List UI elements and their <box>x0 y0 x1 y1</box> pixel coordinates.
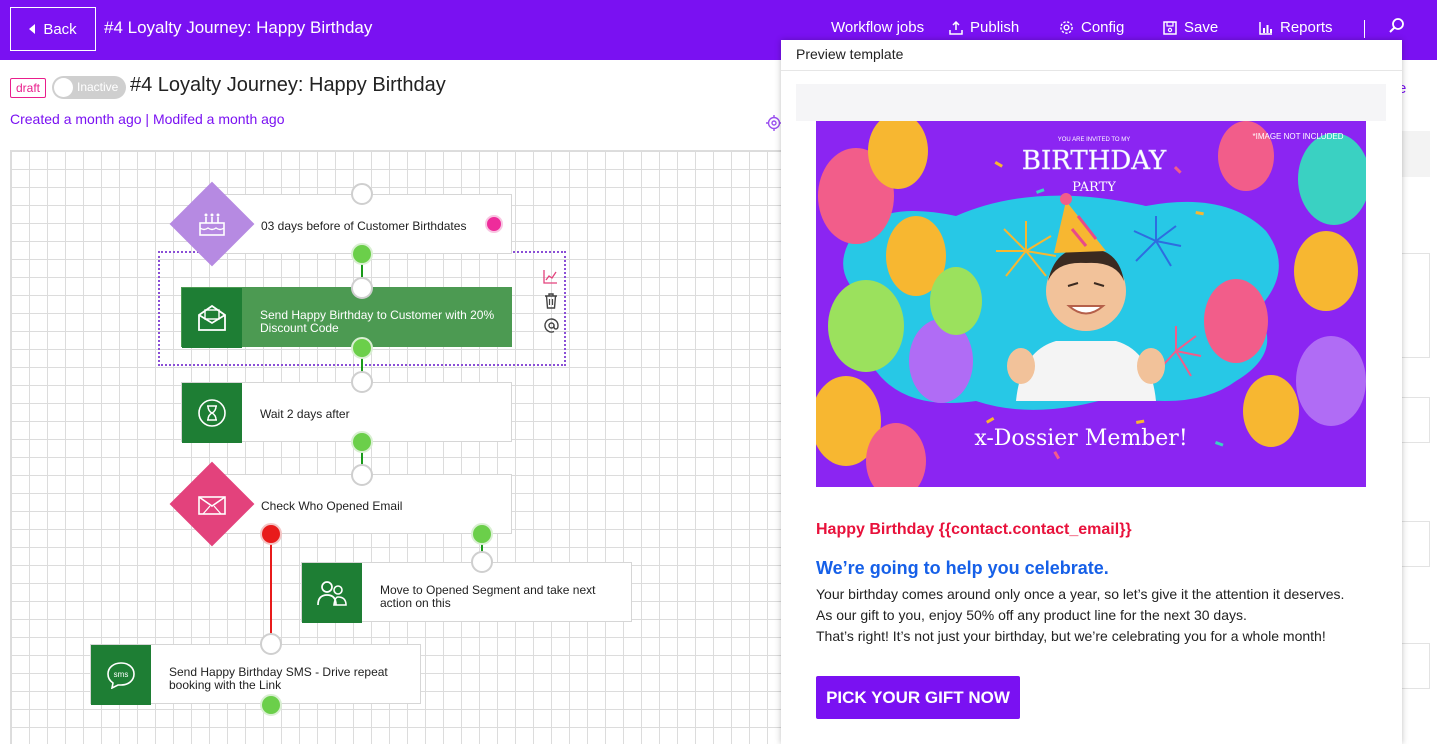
status-badge: draft <box>10 78 47 98</box>
chart-icon <box>543 270 557 284</box>
svg-text:sms: sms <box>114 670 129 679</box>
preview-template-panel: Preview template YOU ARE INVITED TO MY B… <box>781 40 1402 744</box>
sms-icon-box: sms <box>91 645 151 705</box>
condition-label: Check Who Opened Email <box>261 499 403 513</box>
config-button[interactable]: Config <box>1059 19 1124 36</box>
save-label: Save <box>1184 19 1219 36</box>
nav-divider <box>1364 20 1365 38</box>
sms-label: Send Happy Birthday SMS - Drive repeat b… <box>169 665 388 692</box>
trigger-label: 03 days before of Customer Birthdates <box>261 219 467 233</box>
segment-icon-box <box>302 563 362 623</box>
email-greeting: Happy Birthday {{contact.contact_email}} <box>816 521 1132 538</box>
underlay-field <box>1400 643 1430 689</box>
birthday-banner-image: YOU ARE INVITED TO MY BIRTHDAY PARTY *IM… <box>816 121 1366 487</box>
toggle-label: Inactive <box>77 80 119 94</box>
link-no-sms <box>270 534 272 644</box>
crosshair-icon <box>766 115 782 131</box>
workflow-jobs-label: Workflow jobs <box>831 19 925 36</box>
wait-label: Wait 2 days after <box>260 407 350 421</box>
banner-note-text: *IMAGE NOT INCLUDED <box>1253 132 1344 141</box>
trigger-status-dot <box>485 215 503 233</box>
back-label: Back <box>43 20 77 38</box>
email-body-line: That’s right! It’s not just your birthda… <box>816 628 1326 644</box>
wait-node[interactable]: Wait 2 days after <box>181 382 512 443</box>
page-title: #4 Loyalty Journey: Happy Birthday <box>130 74 446 96</box>
segment-input-port[interactable] <box>471 551 493 573</box>
sms-output-port[interactable] <box>260 694 282 716</box>
condition-yes-port[interactable] <box>471 523 493 545</box>
banner-member-text: x-Dossier Member! <box>974 426 1187 451</box>
bar-chart-icon <box>1259 21 1272 35</box>
active-toggle[interactable]: Inactive <box>52 76 126 99</box>
banner-invite-text: YOU ARE INVITED TO MY <box>1058 137 1130 143</box>
modified-link[interactable]: Modifed a month ago <box>153 111 285 127</box>
condition-no-port[interactable] <box>260 523 282 545</box>
config-label: Config <box>1081 19 1125 36</box>
toggle-knob <box>54 78 73 97</box>
envelope-open-icon <box>198 304 226 331</box>
birthday-cake-icon <box>182 194 242 254</box>
gear-icon <box>1060 21 1073 34</box>
stats-tool[interactable] <box>543 269 558 289</box>
timestamps: Created a month ago | Modifed a month ag… <box>10 111 284 127</box>
hourglass-icon <box>198 399 226 427</box>
send-email-label: Send Happy Birthday to Customer with 20%… <box>260 308 495 335</box>
sms-input-port[interactable] <box>260 633 282 655</box>
condition-input-port[interactable] <box>351 464 373 486</box>
meta-separator: | <box>141 111 153 127</box>
underlay-field <box>1400 521 1430 567</box>
underlay-field <box>1400 397 1430 443</box>
underlay-field <box>1400 253 1430 358</box>
envelope-icon <box>182 474 242 534</box>
email-body: Your birthday comes around only once a y… <box>816 584 1344 647</box>
segment-label: Move to Opened Segment and take next act… <box>380 583 596 610</box>
publish-label: Publish <box>970 19 1020 36</box>
send-email-node[interactable]: Send Happy Birthday to Customer with 20%… <box>181 287 512 348</box>
send-email-icon-box <box>182 288 242 348</box>
mention-tool[interactable] <box>544 318 559 338</box>
created-link[interactable]: Created a month ago <box>10 111 142 127</box>
segment-node[interactable]: Move to Opened Segment and take next act… <box>301 562 632 623</box>
workflow-title: #4 Loyalty Journey: Happy Birthday <box>104 18 373 37</box>
email-headline: We’re going to help you celebrate. <box>816 558 1109 578</box>
at-sign-icon <box>544 318 559 333</box>
publish-button[interactable]: Publish <box>949 19 1019 36</box>
pick-gift-button[interactable]: PICK YOUR GIFT NOW <box>816 676 1020 719</box>
email-body-line: Your birthday comes around only once a y… <box>816 586 1345 602</box>
recenter-button[interactable] <box>766 115 782 136</box>
send-email-output-port[interactable] <box>351 337 373 359</box>
sms-bubble-icon: sms <box>107 662 135 689</box>
trigger-input-port[interactable] <box>351 183 373 205</box>
banner-party-text: PARTY <box>1072 180 1116 195</box>
banner-birthday-text: BIRTHDAY <box>1022 146 1167 176</box>
workflow-jobs-button[interactable]: Workflow jobs <box>831 19 924 36</box>
preview-title: Preview template <box>781 40 1402 71</box>
save-button[interactable]: Save <box>1163 19 1218 36</box>
reports-button[interactable]: Reports <box>1259 19 1333 36</box>
floppy-disk-icon <box>1163 20 1177 35</box>
search-icon <box>1389 18 1404 33</box>
underlay-field <box>1400 131 1430 177</box>
trigger-output-port[interactable] <box>351 243 373 265</box>
email-body-line: As our gift to you, enjoy 50% off any pr… <box>816 607 1247 623</box>
upload-icon <box>949 20 963 35</box>
sms-node[interactable]: sms Send Happy Birthday SMS - Drive repe… <box>90 644 421 705</box>
back-button[interactable]: Back <box>10 7 96 51</box>
wait-output-port[interactable] <box>351 431 373 453</box>
wait-input-port[interactable] <box>351 371 373 393</box>
preview-toolbar-band <box>796 84 1386 121</box>
send-email-input-port[interactable] <box>351 277 373 299</box>
search-button[interactable] <box>1388 17 1406 40</box>
back-arrow-icon <box>29 24 36 34</box>
trash-icon <box>545 293 557 309</box>
delete-tool[interactable] <box>544 293 558 314</box>
users-icon <box>317 581 347 606</box>
reports-label: Reports <box>1280 19 1333 36</box>
wait-icon-box <box>182 383 242 443</box>
